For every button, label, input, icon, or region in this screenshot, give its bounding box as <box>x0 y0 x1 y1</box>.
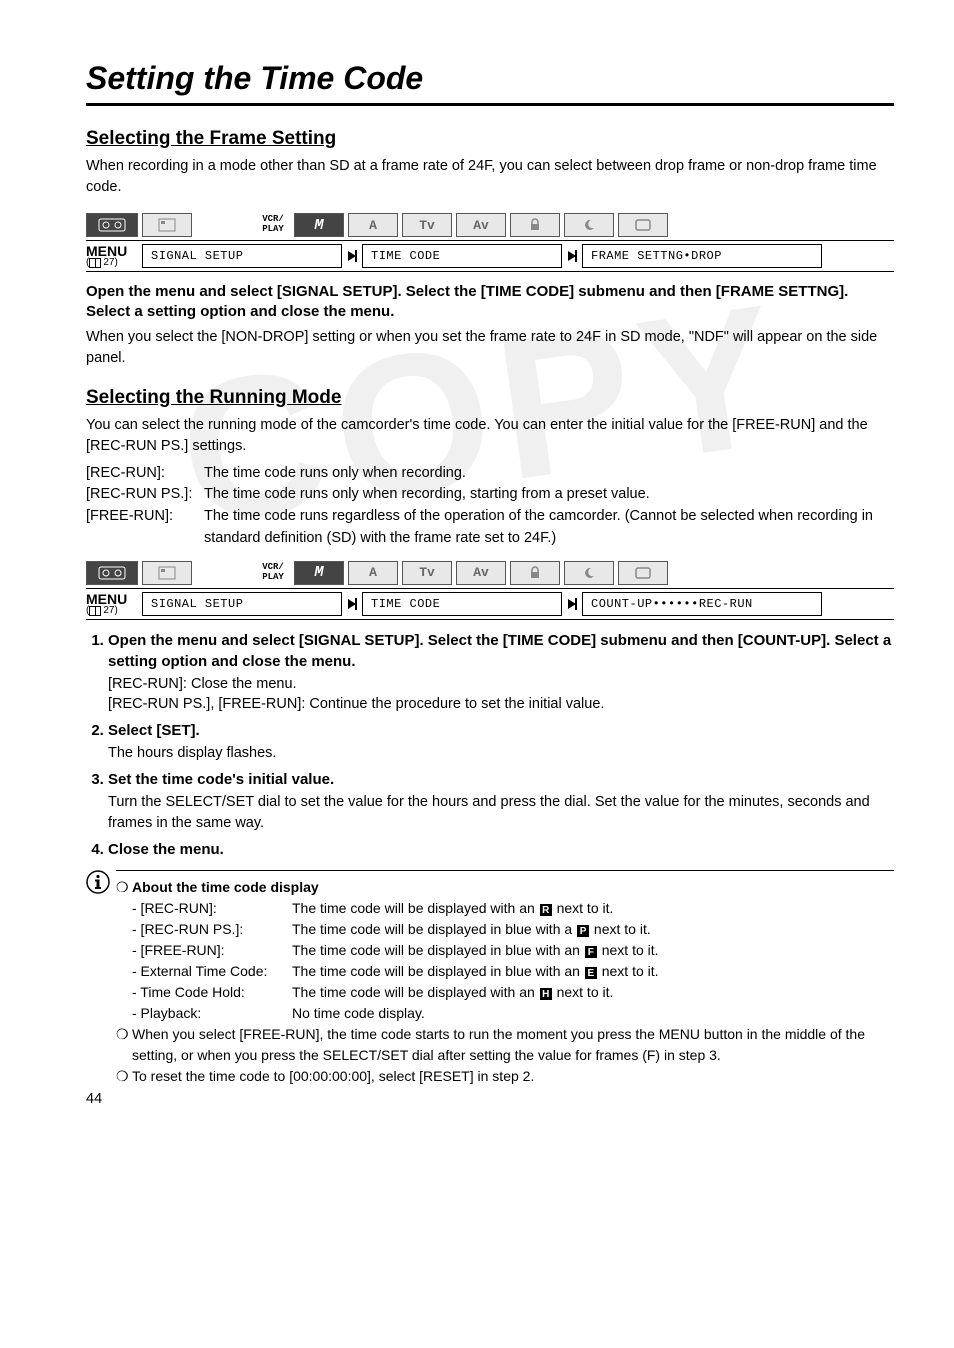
book-icon <box>89 606 101 616</box>
info-desc: The time code will be displayed in blue … <box>292 940 659 961</box>
steps-list: Open the menu and select [SIGNAL SETUP].… <box>86 630 894 860</box>
menu-label: MENU (27) <box>86 241 142 271</box>
glyph-r-icon: R <box>540 904 552 916</box>
tape-icon <box>86 561 138 585</box>
mode-av-icon: Av <box>456 561 506 585</box>
section2-heading: Selecting the Running Mode <box>86 387 894 409</box>
section1-mode-row: VCR/PLAY M A Tv Av <box>86 212 894 238</box>
def-desc: The time code runs regardless of the ope… <box>204 506 894 550</box>
arrow-icon <box>342 241 362 271</box>
card-icon <box>142 561 192 585</box>
mode-box-icon <box>618 213 668 237</box>
book-icon <box>89 258 101 268</box>
info-heading: About the time code display <box>132 879 319 895</box>
arrow-icon <box>562 589 582 619</box>
info-term: - External Time Code: <box>132 961 292 982</box>
mode-m-icon: M <box>294 561 344 585</box>
def-term: [FREE-RUN]: <box>86 506 204 550</box>
section2-menu-row: MENU (27) SIGNAL SETUP TIME CODE COUNT-U… <box>86 588 894 620</box>
vcr-play-label: VCR/PLAY <box>256 561 290 585</box>
mode-tv-icon: Tv <box>402 213 452 237</box>
mode-lock-icon <box>510 561 560 585</box>
card-icon <box>142 213 192 237</box>
info-note3: To reset the time code to [00:00:00:00],… <box>132 1066 894 1086</box>
section1-menu-row: MENU (27) SIGNAL SETUP TIME CODE FRAME S… <box>86 240 894 272</box>
mode-tv-icon: Tv <box>402 561 452 585</box>
section1-intro: When recording in a mode other than SD a… <box>86 156 894 198</box>
info-term: - Time Code Hold: <box>132 982 292 1003</box>
bullet-icon: ❍ <box>116 1066 132 1086</box>
menu-signal-setup: SIGNAL SETUP <box>142 244 342 268</box>
step-3: Set the time code's initial value.Turn t… <box>108 769 894 833</box>
mode-night-icon <box>564 561 614 585</box>
mode-lock-icon <box>510 213 560 237</box>
menu-count-up: COUNT-UP••••••REC-RUN <box>582 592 822 616</box>
section2-defs: [REC-RUN]:The time code runs only when r… <box>86 463 894 550</box>
vcr-play-label: VCR/PLAY <box>256 213 290 237</box>
glyph-e-icon: E <box>585 967 597 979</box>
glyph-h-icon: H <box>540 988 552 1000</box>
section2-intro: You can select the running mode of the c… <box>86 415 894 457</box>
info-block: ❍About the time code display - [REC-RUN]… <box>86 870 894 1087</box>
info-term: - [REC-RUN]: <box>132 898 292 919</box>
menu-time-code: TIME CODE <box>362 592 562 616</box>
tape-icon <box>86 213 138 237</box>
glyph-p-icon: P <box>577 925 589 937</box>
bullet-icon: ❍ <box>116 877 132 897</box>
step-4: Close the menu. <box>108 839 894 860</box>
info-term: - [REC-RUN PS.]: <box>132 919 292 940</box>
section1-instruction: Open the menu and select [SIGNAL SETUP].… <box>86 282 894 323</box>
section1-heading: Selecting the Frame Setting <box>86 128 894 150</box>
info-icon <box>86 870 116 1087</box>
def-term: [REC-RUN]: <box>86 463 204 485</box>
info-term: - Playback: <box>132 1003 292 1024</box>
info-desc: The time code will be displayed in blue … <box>292 919 651 940</box>
mode-night-icon <box>564 213 614 237</box>
bullet-icon: ❍ <box>116 1024 132 1065</box>
step-1: Open the menu and select [SIGNAL SETUP].… <box>108 630 894 715</box>
mode-m-icon: M <box>294 213 344 237</box>
info-desc: The time code will be displayed with an … <box>292 982 613 1003</box>
info-sublist: - [REC-RUN]:The time code will be displa… <box>116 898 894 1024</box>
page-title: Setting the Time Code <box>86 60 894 106</box>
mode-av-icon: Av <box>456 213 506 237</box>
glyph-f-icon: F <box>585 946 597 958</box>
section1-para: When you select the [NON-DROP] setting o… <box>86 327 894 369</box>
mode-a-icon: A <box>348 561 398 585</box>
info-desc: No time code display. <box>292 1003 425 1024</box>
arrow-icon <box>562 241 582 271</box>
info-desc: The time code will be displayed in blue … <box>292 961 659 982</box>
mode-a-icon: A <box>348 213 398 237</box>
menu-frame-settng: FRAME SETTNG•DROP <box>582 244 822 268</box>
step-2: Select [SET].The hours display flashes. <box>108 720 894 763</box>
menu-signal-setup: SIGNAL SETUP <box>142 592 342 616</box>
info-desc: The time code will be displayed with an … <box>292 898 613 919</box>
page-number: 44 <box>86 1091 102 1107</box>
mode-box-icon <box>618 561 668 585</box>
menu-time-code: TIME CODE <box>362 244 562 268</box>
info-note2: When you select [FREE-RUN], the time cod… <box>132 1024 894 1065</box>
def-desc: The time code runs only when recording. <box>204 463 894 485</box>
def-desc: The time code runs only when recording, … <box>204 484 894 506</box>
section2-mode-row: VCR/PLAY M A Tv Av <box>86 560 894 586</box>
menu-label: MENU (27) <box>86 589 142 619</box>
def-term: [REC-RUN PS.]: <box>86 484 204 506</box>
arrow-icon <box>342 589 362 619</box>
info-term: - [FREE-RUN]: <box>132 940 292 961</box>
